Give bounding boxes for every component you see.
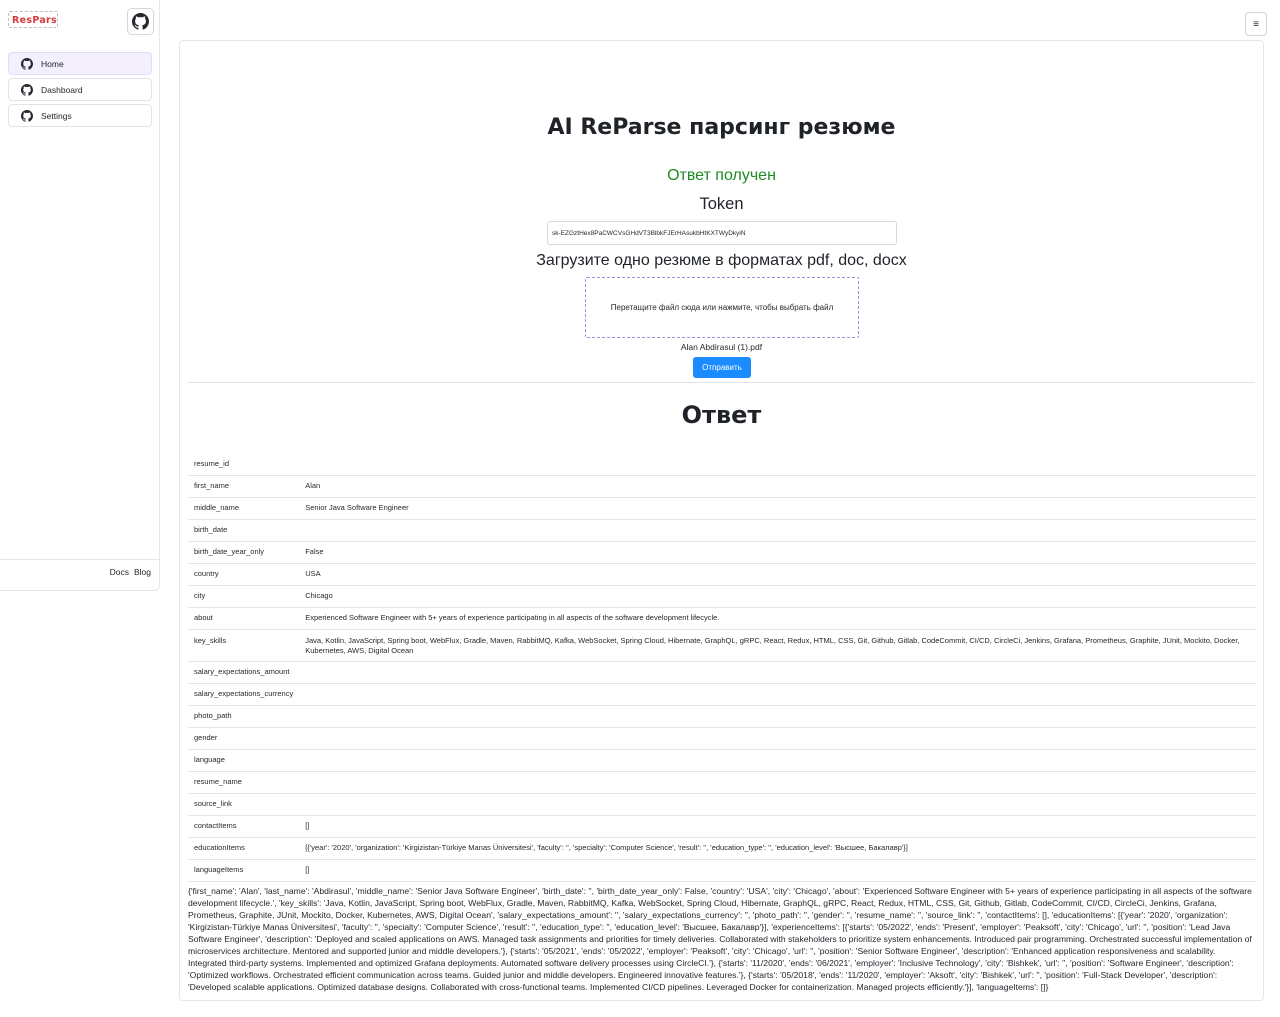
row-value xyxy=(299,793,1256,816)
table-row: source_link xyxy=(188,793,1256,816)
submit-button[interactable]: Отправить xyxy=(693,357,751,378)
status-message: Ответ получен xyxy=(667,167,776,184)
table-row: photo_path xyxy=(188,705,1256,728)
result-table: resume_id first_name Alan middle_name Seni… xyxy=(188,453,1256,882)
row-key: photo_path xyxy=(188,705,300,728)
table-row: country USA xyxy=(188,563,1256,586)
sidebar-nav: Home Dashboard Settings xyxy=(8,52,152,130)
row-value xyxy=(299,683,1256,706)
table-row: gender xyxy=(188,727,1256,750)
row-value: Chicago xyxy=(299,585,1256,608)
row-key: contactItems xyxy=(188,815,300,838)
table-row: resume_name xyxy=(188,771,1256,794)
row-value xyxy=(299,453,1256,476)
row-value: Senior Java Software Engineer xyxy=(299,497,1256,520)
table-row: city Chicago xyxy=(188,585,1256,608)
row-value xyxy=(299,727,1256,750)
row-value xyxy=(299,705,1256,728)
sidebar-item-home[interactable]: Home xyxy=(8,52,152,75)
sidebar-item-label: Dashboard xyxy=(41,84,83,95)
row-key: educationItems xyxy=(188,837,300,860)
row-key: language xyxy=(188,749,300,772)
row-value: USA xyxy=(299,563,1256,586)
row-key: salary_expectations_currency xyxy=(188,683,300,706)
table-row: first_name Alan xyxy=(188,475,1256,498)
table-row: contactItems[] xyxy=(188,815,1256,838)
row-key: resume_name xyxy=(188,771,300,794)
row-key: source_link xyxy=(188,793,300,816)
row-value: Alan xyxy=(299,475,1256,498)
table-row: about Experienced Software Engineer with … xyxy=(188,607,1256,630)
github-button[interactable] xyxy=(127,8,154,35)
github-icon xyxy=(21,109,33,122)
row-key: key_skills xyxy=(188,629,300,662)
row-value xyxy=(299,519,1256,542)
upload-label: Загрузите одно резюме в форматах pdf, do… xyxy=(536,252,907,269)
row-key: birth_date_year_only xyxy=(188,541,300,564)
sidebar-item-dashboard[interactable]: Dashboard xyxy=(8,78,152,101)
github-icon xyxy=(21,83,33,96)
docs-link[interactable]: Docs xyxy=(110,567,129,577)
github-icon xyxy=(21,57,33,70)
row-value: False xyxy=(299,541,1256,564)
table-row: languageItems[] xyxy=(188,859,1256,882)
menu-button[interactable]: ≡ xyxy=(1245,12,1267,36)
sidebar-footer-links: Docs Blog xyxy=(0,559,159,577)
row-value: [{'year': '2020', 'organization': 'Kirgi… xyxy=(299,837,1256,860)
table-row: educationItems [{'year': '2020', 'organiz… xyxy=(188,837,1256,860)
logo[interactable]: ResParse xyxy=(8,11,58,28)
table-row: salary_expectations_currency xyxy=(188,683,1256,706)
row-key: country xyxy=(188,563,300,586)
row-value: Java, Kotlin, JavaScript, Spring boot, W… xyxy=(299,629,1256,662)
table-row: birth_date_year_only False xyxy=(188,541,1256,564)
table-row: language xyxy=(188,749,1256,772)
row-key: resume_id xyxy=(188,453,300,476)
sidebar-item-settings[interactable]: Settings xyxy=(8,104,152,127)
answer-title: Ответ xyxy=(681,401,762,429)
table-row: salary_expectations_amount xyxy=(188,661,1256,684)
row-value xyxy=(299,771,1256,794)
row-value xyxy=(299,749,1256,772)
row-key: languageItems xyxy=(188,859,300,882)
row-value: [] xyxy=(299,815,1256,838)
page-title: AI ReParse парсинг резюме xyxy=(547,115,896,140)
row-key: first_name xyxy=(188,475,300,498)
row-value: Experienced Software Engineer with 5+ ye… xyxy=(299,607,1256,630)
row-value xyxy=(299,661,1256,684)
row-key: gender xyxy=(188,727,300,750)
row-key: salary_expectations_amount xyxy=(188,661,300,684)
token-label: Token xyxy=(699,195,744,213)
row-key: city xyxy=(188,585,300,608)
sidebar-item-label: Home xyxy=(41,58,64,69)
dropzone-text: Перетащите файл сюда или нажмите, чтобы … xyxy=(610,303,834,312)
sidebar-item-label: Settings xyxy=(41,110,72,121)
table-row: birth_date xyxy=(188,519,1256,542)
table-row: key_skills Java, Kotlin, JavaScript, Spri… xyxy=(188,629,1256,662)
table-row: middle_name Senior Java Software Engineer xyxy=(188,497,1256,520)
row-key: birth_date xyxy=(188,519,300,542)
blog-link[interactable]: Blog xyxy=(134,567,151,577)
main-card: AI ReParse парсинг резюме Ответ получен … xyxy=(179,40,1264,1001)
raw-response-text: {'first_name': 'Alan', 'last_name': 'Abd… xyxy=(188,886,1252,992)
selected-filename: Alan Abdirasul (1).pdf xyxy=(680,342,763,352)
token-input[interactable] xyxy=(547,221,897,245)
hamburger-icon: ≡ xyxy=(1253,18,1259,30)
sidebar: ResParse Home Dashboard Settings Docs Blo… xyxy=(0,0,160,591)
file-dropzone[interactable]: Перетащите файл сюда или нажмите, чтобы … xyxy=(585,277,859,338)
row-key: middle_name xyxy=(188,497,300,520)
github-icon xyxy=(132,13,149,30)
divider xyxy=(188,382,1255,383)
row-value: [] xyxy=(299,859,1256,882)
row-key: about xyxy=(188,607,300,630)
table-row: resume_id xyxy=(188,453,1256,476)
